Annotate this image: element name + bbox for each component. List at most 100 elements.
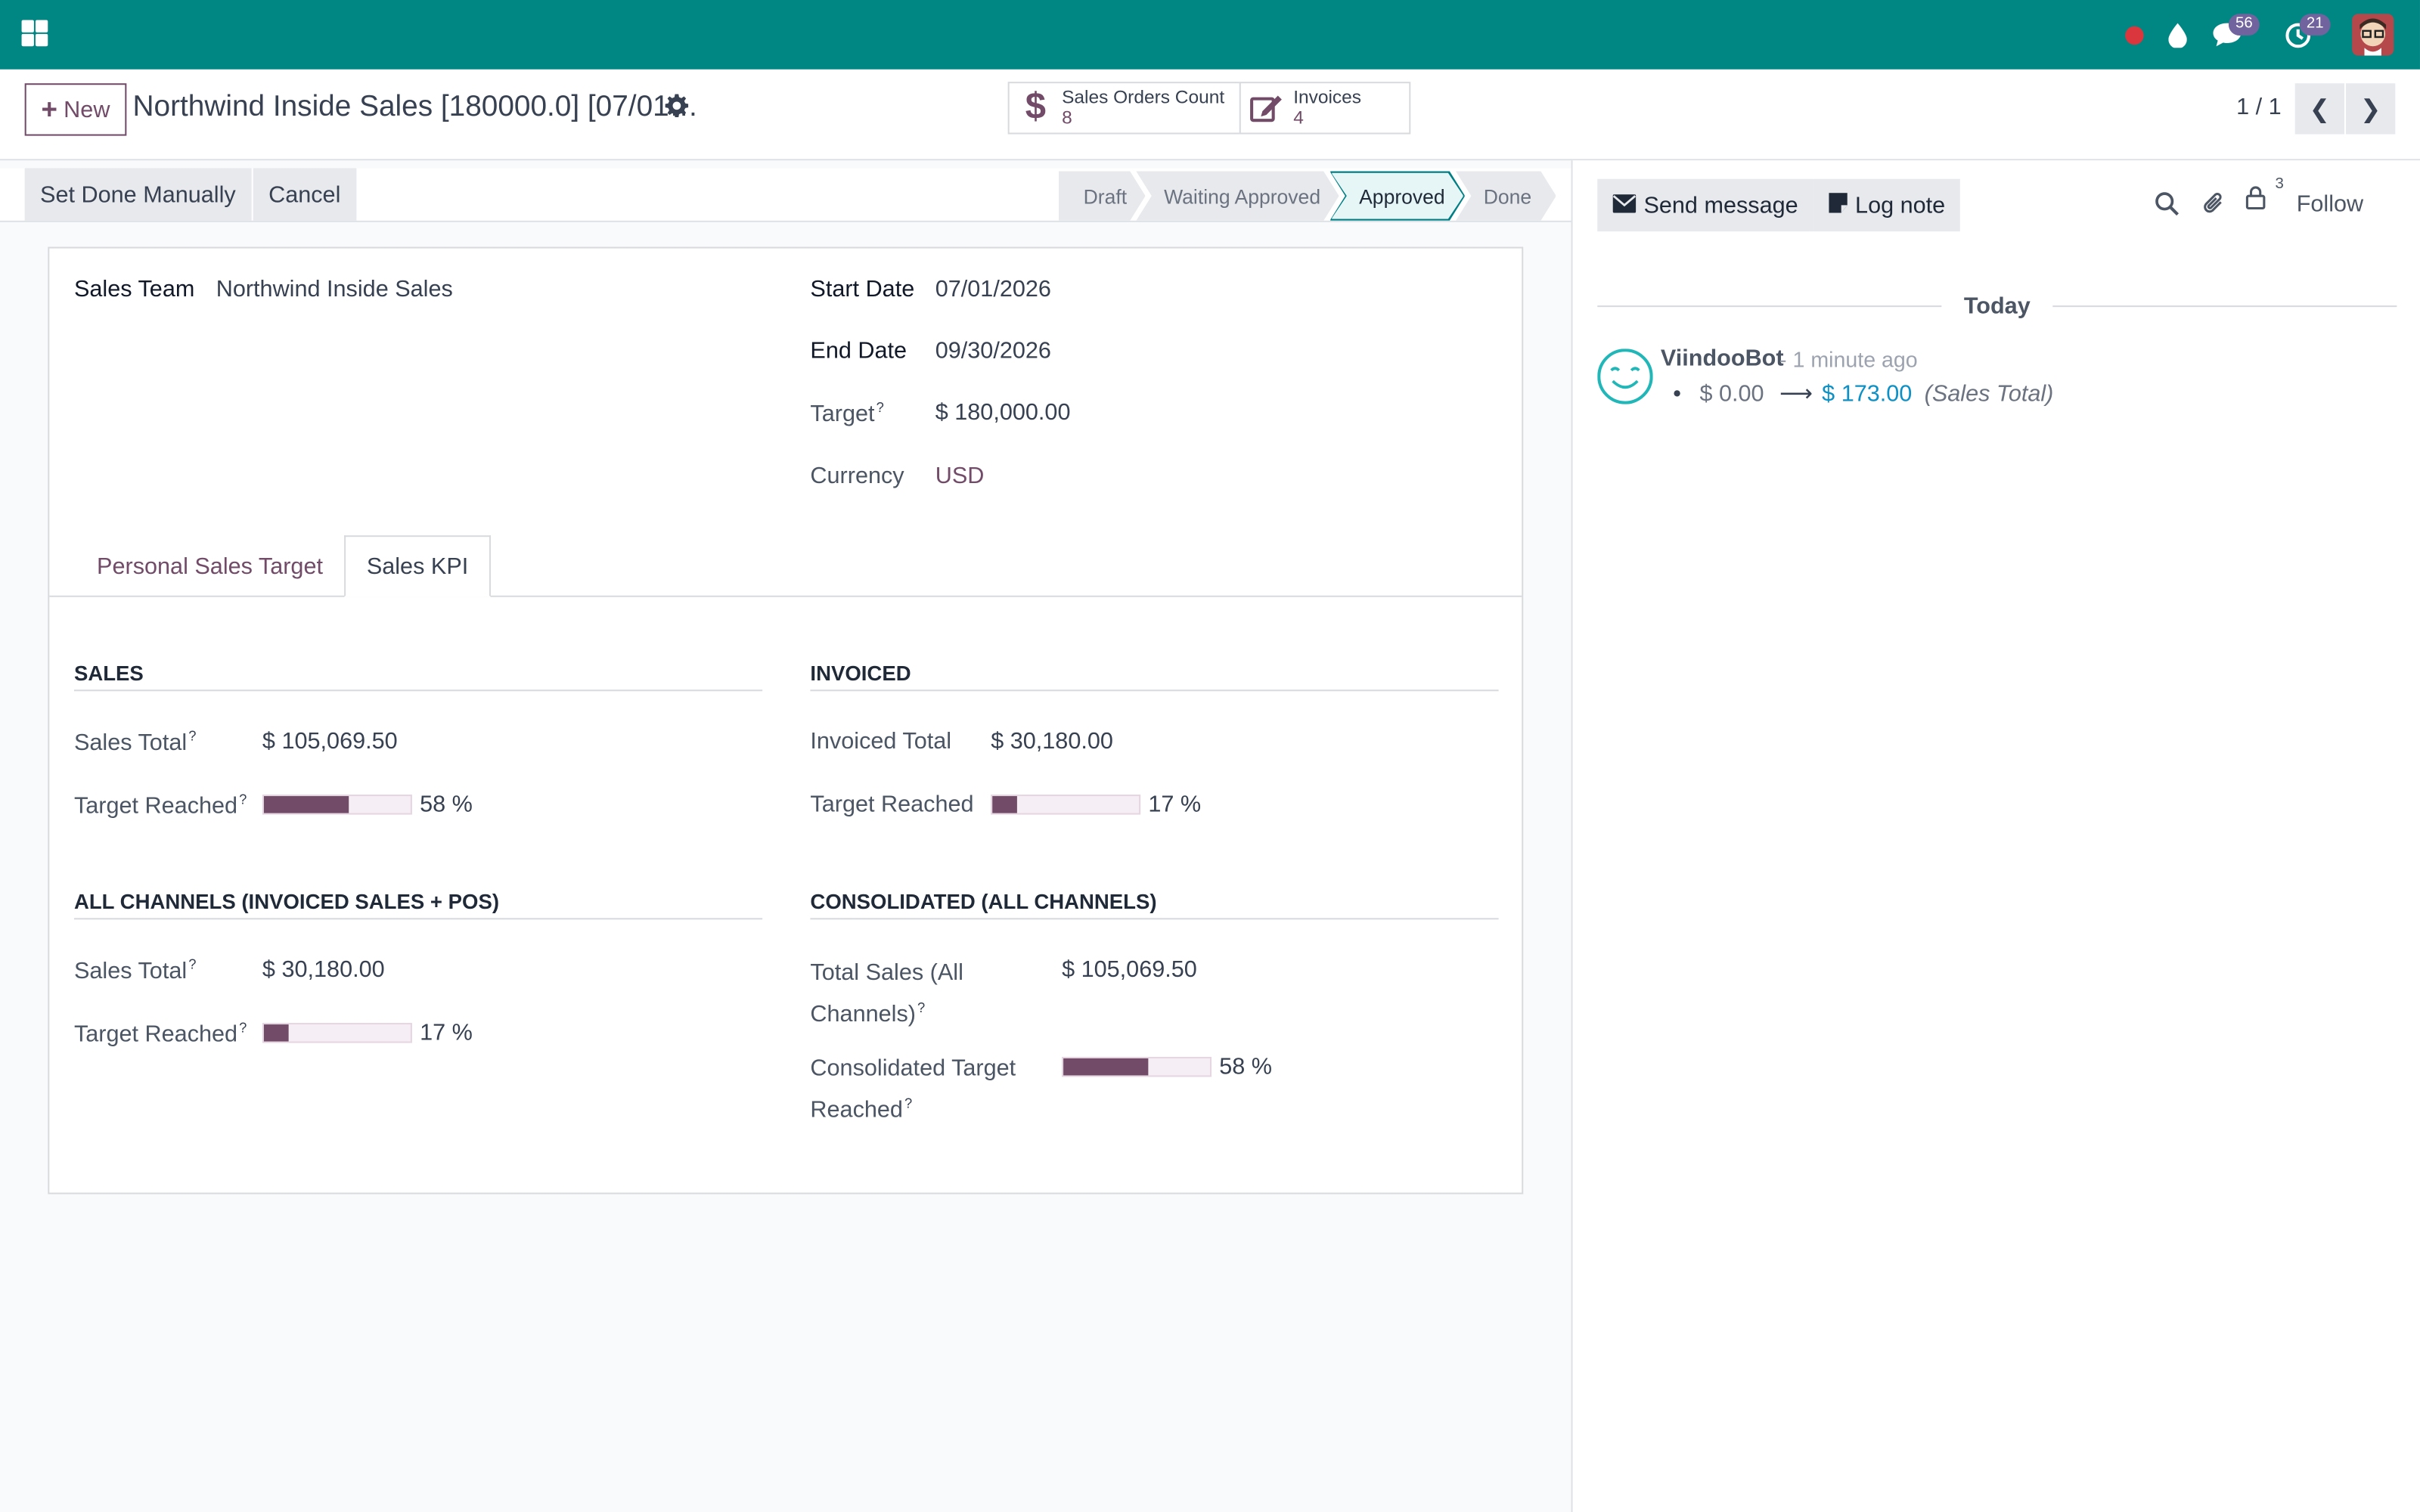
followers-count: 3	[2275, 175, 2284, 194]
activity-clock-icon[interactable]: 21	[2281, 0, 2331, 70]
stage-pipeline: Draft Waiting Approved Approved Done	[1059, 172, 1547, 221]
control-panel: + New Northwind Inside Sales [180000.0] …	[0, 69, 2420, 161]
follow-button[interactable]: Follow	[2297, 191, 2363, 218]
date-separator: Today	[1597, 290, 2397, 321]
message-author[interactable]: ViindooBot	[1661, 345, 1784, 372]
paperclip-icon[interactable]	[2202, 191, 2226, 224]
consolidated-target-percent: 58 %	[1219, 1053, 1273, 1080]
sales-target-reached-label-text: Target Reached	[73, 792, 238, 820]
envelope-icon	[1612, 192, 1637, 218]
plus-icon: +	[41, 94, 58, 125]
all-channels-sales-total-label: Sales Total?	[74, 956, 196, 984]
target-field[interactable]: $ 180,000.00	[935, 400, 1071, 426]
sales-orders-count-button[interactable]: $ Sales Orders Count 8	[1007, 82, 1241, 135]
recording-status-icon[interactable]	[2124, 0, 2145, 70]
target-label-text: Target	[810, 401, 875, 428]
log-note-button[interactable]: Log note	[1813, 178, 1961, 232]
stage-done[interactable]: Done	[1456, 172, 1556, 221]
search-icon[interactable]	[2155, 191, 2180, 222]
log-note-label: Log note	[1855, 192, 1946, 218]
help-tooltip-icon[interactable]: ?	[917, 999, 925, 1015]
help-tooltip-icon[interactable]: ?	[188, 728, 196, 743]
dollar-icon: $	[1025, 86, 1046, 129]
consolidated-total-sales-label: Total Sales (All Channels)?	[810, 956, 963, 1032]
messages-icon[interactable]: 56	[2210, 0, 2260, 70]
sales-team-label: Sales Team	[73, 276, 195, 302]
invoiced-section-title: INVOICED	[810, 662, 1499, 692]
chatter-panel: Send message Log note 3 Follow Today Vii…	[1571, 160, 2420, 1512]
form-statusbar: Set Done Manually Cancel Draft Waiting A…	[0, 168, 1571, 222]
new-button-label: New	[64, 96, 110, 123]
bullet-icon: •	[1673, 380, 1681, 407]
gear-icon[interactable]	[665, 94, 689, 125]
invoiced-total-label: Invoiced Total	[810, 728, 952, 754]
tracked-field-name: (Sales Total)	[1924, 380, 2054, 407]
currency-field[interactable]: USD	[935, 463, 985, 489]
apps-menu-icon[interactable]	[21, 20, 48, 47]
stage-draft[interactable]: Draft	[1059, 172, 1146, 221]
set-done-manually-button[interactable]: Set Done Manually	[24, 168, 252, 221]
help-tooltip-icon[interactable]: ?	[188, 956, 196, 971]
tab-sales-kpi[interactable]: Sales KPI	[344, 535, 491, 597]
arrow-right-icon: ⟶	[1779, 381, 1813, 407]
new-button[interactable]: + New	[24, 83, 127, 136]
stage-waiting-approved[interactable]: Waiting Approved	[1136, 172, 1339, 221]
form-sheet: Sales Team Northwind Inside Sales Start …	[48, 246, 1524, 1194]
pager-next-button[interactable]: ❯	[2346, 83, 2396, 135]
record-title: Northwind Inside Sales [180000.0] [07/01…	[132, 91, 699, 124]
messages-count-badge: 56	[2228, 14, 2260, 36]
sales-total-label-text: Sales Total	[73, 730, 188, 756]
user-avatar[interactable]	[2352, 14, 2394, 56]
top-navbar: 56 21	[0, 0, 2420, 70]
tracking-value-change: • $ 0.00 ⟶ $ 173.00 (Sales Total)	[1673, 380, 2053, 407]
pager-previous-button[interactable]: ❮	[2294, 83, 2344, 135]
drop-icon[interactable]	[2164, 0, 2192, 70]
sales-team-field[interactable]: Northwind Inside Sales	[216, 276, 453, 302]
smart-button-label: Invoices	[1293, 86, 1362, 108]
consolidated-total-sales-label-line1: Total Sales (All	[810, 959, 963, 987]
pager-value[interactable]: 1 / 1	[2236, 94, 2282, 120]
lock-icon	[2245, 186, 2266, 216]
progress-fill	[263, 1024, 289, 1042]
sticky-note-icon	[1829, 192, 1848, 218]
help-tooltip-icon[interactable]: ?	[239, 792, 247, 807]
date-separator-label: Today	[1963, 292, 2031, 319]
invoiced-target-reached-label: Target Reached	[810, 791, 974, 818]
sales-total-label: Sales Total?	[74, 728, 196, 756]
progress-fill	[992, 796, 1018, 813]
consolidated-target-reached-label-line1: Consolidated Target	[810, 1055, 1016, 1082]
all-channels-target-reached-label-text: Target Reached	[73, 1021, 238, 1048]
help-tooltip-icon[interactable]: ?	[904, 1095, 912, 1111]
consolidated-target-progress-bar	[1062, 1056, 1212, 1077]
consolidated-target-reached-label: Consolidated Target Reached?	[810, 1052, 1016, 1128]
help-tooltip-icon[interactable]: ?	[876, 400, 884, 415]
invoiced-total-value: $ 30,180.00	[991, 728, 1113, 754]
help-tooltip-icon[interactable]: ?	[239, 1020, 247, 1035]
all-channels-target-reached-label: Target Reached?	[74, 1020, 247, 1048]
bot-avatar-icon	[1597, 349, 1653, 404]
all-channels-section-title: ALL CHANNELS (INVOICED SALES + POS)	[73, 891, 763, 920]
currency-label: Currency	[810, 463, 904, 489]
target-label: Target?	[810, 400, 883, 428]
stage-approved[interactable]: Approved	[1329, 172, 1465, 221]
consolidated-section-title: CONSOLIDATED (ALL CHANNELS)	[810, 891, 1499, 920]
all-channels-sales-total-value: $ 30,180.00	[262, 956, 385, 983]
all-channels-target-percent: 17 %	[420, 1019, 473, 1046]
end-date-field[interactable]: 09/30/2026	[935, 338, 1051, 364]
sales-section-title: SALES	[73, 662, 763, 692]
cancel-button[interactable]: Cancel	[253, 168, 356, 221]
message-time: - 1 minute ago	[1779, 347, 1918, 372]
invoiced-target-percent: 17 %	[1148, 791, 1202, 818]
activities-count-badge: 21	[2299, 14, 2331, 36]
start-date-field[interactable]: 07/01/2026	[935, 276, 1051, 302]
new-value: $ 173.00	[1822, 380, 1913, 407]
sales-target-progress-bar	[262, 795, 412, 815]
followers-button[interactable]: 3	[2245, 176, 2284, 216]
send-message-button[interactable]: Send message	[1597, 178, 1814, 232]
start-date-label: Start Date	[810, 276, 915, 302]
tab-personal-sales-target[interactable]: Personal Sales Target	[76, 535, 344, 597]
consolidated-target-reached-label-line2: Reached	[810, 1097, 903, 1123]
invoices-button[interactable]: Invoices 4	[1239, 82, 1411, 135]
chevron-left-icon: ❮	[2309, 96, 2331, 123]
stage-approved-label: Approved	[1331, 173, 1463, 219]
